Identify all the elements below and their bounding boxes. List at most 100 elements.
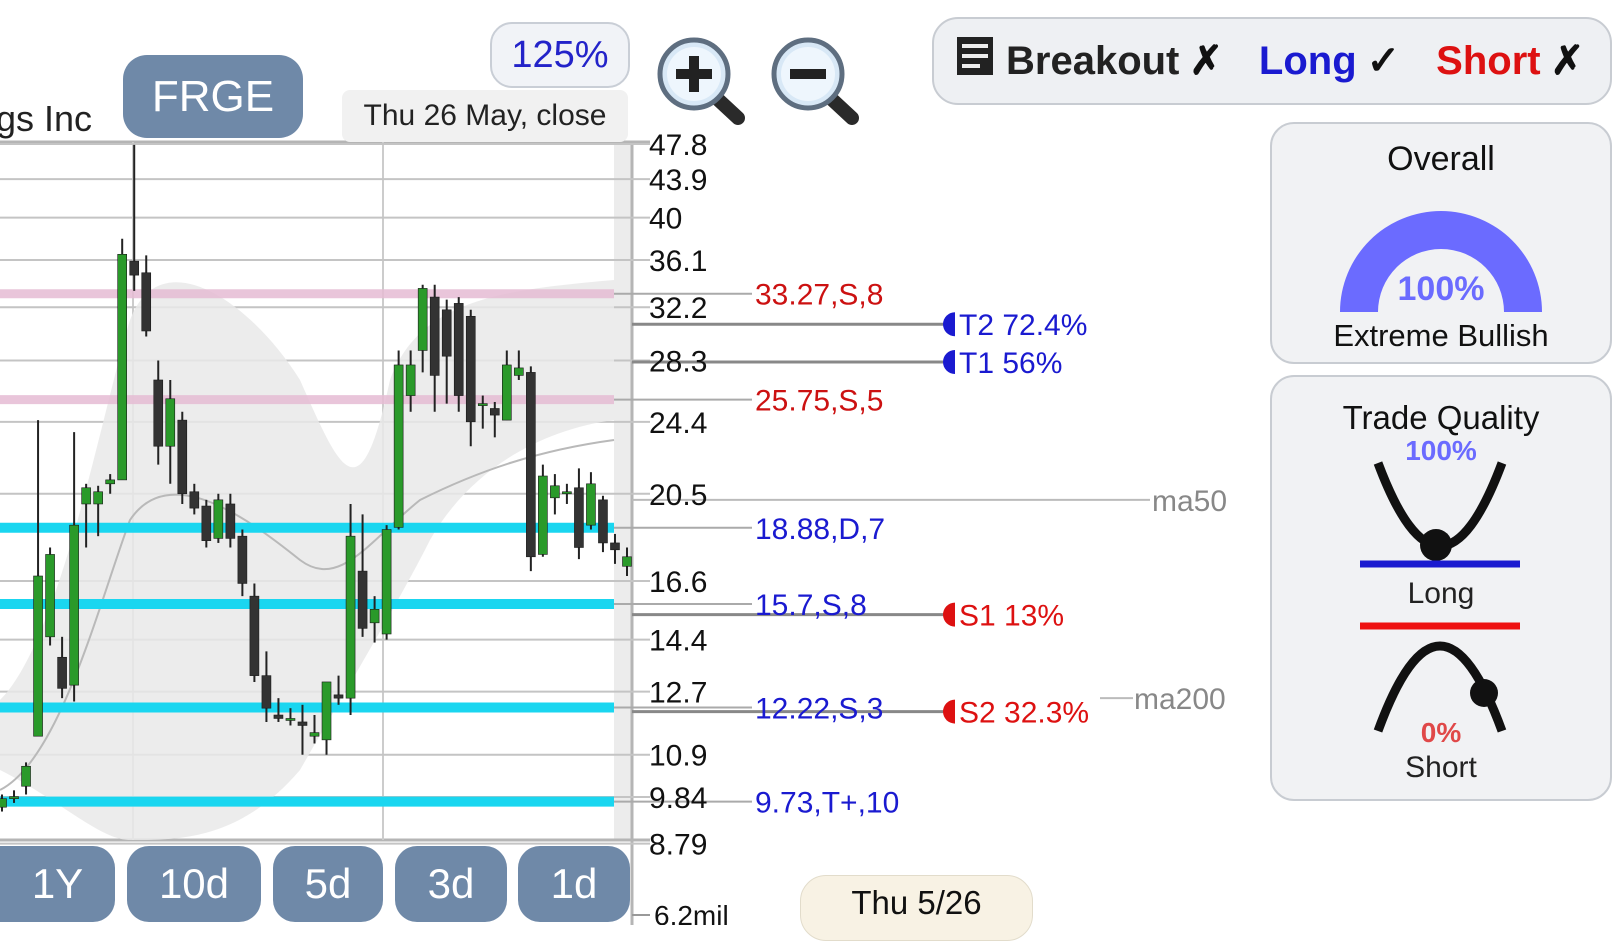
bullish-candle — [417, 288, 428, 351]
long-toggle[interactable]: Long ✓ — [1259, 38, 1400, 84]
level-label: 12.22,S,3 — [755, 693, 883, 726]
bullish-candle — [586, 483, 596, 526]
scroll-strip — [614, 142, 632, 840]
bearish-candle — [261, 675, 272, 709]
target-marker-t1 — [943, 350, 955, 375]
bullish-candle — [69, 524, 79, 686]
ma50-label: ma50 — [1152, 485, 1227, 518]
price-tick-label: 47.8 — [649, 129, 707, 162]
bearish-candle — [129, 260, 140, 276]
breakout-toggle[interactable]: Breakout ✗ — [1006, 38, 1223, 84]
bearish-candle — [453, 303, 464, 396]
ma200-label: ma200 — [1134, 683, 1226, 716]
period-3d-button[interactable]: 3d — [395, 846, 507, 922]
bearish-candle — [429, 296, 440, 376]
bullish-candle — [81, 487, 91, 505]
price-tick-label: 28.3 — [649, 346, 707, 379]
price-tick-label: 24.4 — [649, 407, 707, 440]
bearish-candle — [357, 570, 368, 629]
trade-quality-title: Trade Quality — [1342, 399, 1540, 436]
bullish-candle — [285, 718, 296, 721]
price-tick-label: 36.1 — [649, 245, 707, 278]
bullish-candle — [381, 529, 392, 635]
bullish-candle — [117, 253, 127, 481]
bearish-candle — [297, 721, 308, 726]
bearish-candle — [57, 656, 67, 689]
short-quality-percent: 0% — [1420, 717, 1462, 748]
overall-panel: Overall 100% Extreme Bullish — [1270, 122, 1612, 364]
level-label: 25.75,S,5 — [755, 385, 883, 418]
bearish-candle — [526, 372, 536, 558]
short-toggle[interactable]: Short ✗ — [1436, 38, 1584, 84]
signal-toolbar: Breakout ✗ Long ✓ Short ✗ — [932, 17, 1612, 105]
zoom-level[interactable]: 125% — [490, 22, 630, 88]
bullish-candle — [502, 364, 512, 421]
target-label-s1: S1 13% — [959, 600, 1064, 633]
bullish-candle — [369, 608, 380, 624]
level-label: 9.73,T+,10 — [755, 787, 899, 820]
date-label: Thu 26 May, close — [342, 90, 628, 142]
zoom-in-icon[interactable] — [652, 34, 748, 130]
bullish-candle — [45, 554, 55, 638]
bearish-candle — [177, 419, 188, 495]
bullish-candle — [9, 796, 19, 799]
target-label-t1: T1 56% — [959, 347, 1062, 380]
bullish-candle — [33, 575, 43, 737]
bullish-candle — [93, 491, 103, 505]
price-tick-label: 32.2 — [649, 292, 707, 325]
price-tick-label: 14.4 — [649, 625, 707, 658]
bullish-candle — [477, 403, 488, 406]
bearish-candle — [153, 379, 164, 447]
period-10d-button[interactable]: 10d — [127, 846, 261, 922]
level-label: 18.88,D,7 — [755, 513, 885, 546]
bearish-candle — [574, 487, 584, 548]
period-5d-button[interactable]: 5d — [273, 846, 383, 922]
bullish-candle — [622, 556, 632, 567]
long-quality-icon — [1360, 461, 1520, 568]
level-label: 15.7,S,8 — [755, 589, 867, 622]
overall-title: Overall — [1387, 140, 1495, 178]
period-1d-button[interactable]: 1d — [518, 846, 630, 922]
footer-date: Thu 5/26 — [800, 875, 1033, 941]
bullish-candle — [165, 398, 176, 447]
bullish-candle — [309, 732, 320, 737]
target-label-t2: T2 72.4% — [959, 309, 1087, 342]
bearish-candle — [273, 714, 284, 719]
volume-tick-label: 6.2mil — [654, 900, 729, 925]
price-tick-label: 10.9 — [649, 740, 707, 773]
bearish-candle — [249, 595, 260, 676]
bullish-candle — [321, 681, 332, 741]
bearish-candle — [610, 542, 620, 551]
zoom-out-icon[interactable] — [766, 34, 862, 130]
bearish-candle — [489, 408, 500, 416]
target-marker-s2 — [943, 699, 955, 724]
bullish-candle — [0, 798, 7, 808]
price-tick-label: 43.9 — [649, 164, 707, 197]
long-check-icon: ✓ — [1366, 39, 1401, 83]
level-label: 33.27,S,8 — [755, 279, 883, 312]
short-cross-icon: ✗ — [1550, 39, 1585, 83]
bullish-candle — [213, 499, 224, 539]
bullish-candle — [562, 491, 572, 495]
trade-quality-panel: Trade Quality 100% Long 0% Short — [1270, 375, 1612, 801]
long-label: Long — [1258, 38, 1357, 83]
ticker-button[interactable]: FRGE — [123, 55, 303, 138]
menu-icon[interactable] — [956, 36, 994, 86]
long-quality-label: Long — [1407, 577, 1475, 610]
bearish-candle — [201, 505, 212, 541]
target-label-s2: S2 32.3% — [959, 697, 1089, 730]
bearish-candle — [465, 315, 476, 423]
short-label: Short — [1436, 38, 1541, 83]
period-1y-button[interactable]: 1Y — [0, 846, 115, 922]
price-tick-label: 12.7 — [649, 677, 707, 710]
bullish-candle — [21, 765, 31, 787]
breakout-label: Breakout — [1006, 38, 1180, 83]
price-tick-label: 40 — [649, 203, 682, 236]
level-labels: T2 72.4% T1 56% S1 13% S2 32.3% ma50 ma200 33.… — [755, 279, 1227, 820]
overall-percent: 100% — [1397, 270, 1485, 308]
target-marker-t2 — [943, 312, 955, 337]
bullish-candle — [538, 475, 548, 555]
short-quality-label: Short — [1405, 751, 1477, 784]
breakout-cross-icon: ✗ — [1189, 39, 1223, 83]
price-tick-label: 16.6 — [649, 566, 707, 599]
